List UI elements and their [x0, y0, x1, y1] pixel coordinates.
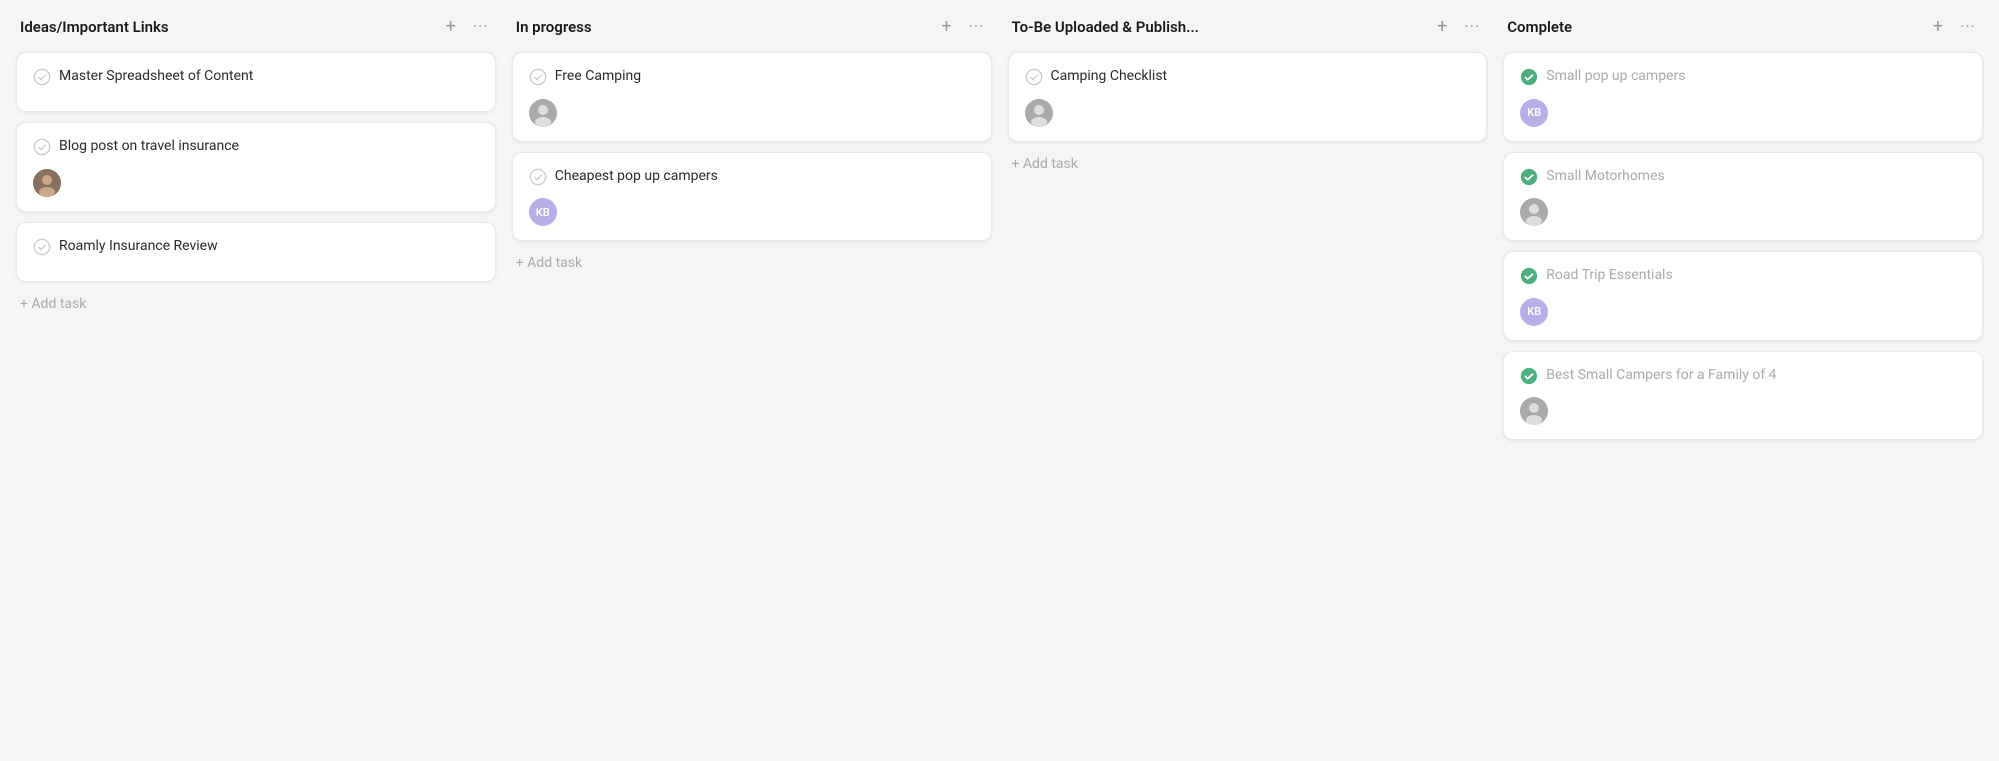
avatar: [1520, 198, 1548, 226]
check-icon: [1520, 168, 1538, 186]
card-title-text: Cheapest pop up campers: [555, 167, 975, 187]
column-header-inprogress: In progress + ···: [512, 16, 992, 52]
card-title-text: Small pop up campers: [1546, 67, 1966, 87]
task-card[interactable]: Road Trip Essentials KB: [1503, 251, 1983, 341]
more-options-icon-complete[interactable]: ···: [1957, 16, 1979, 38]
task-card[interactable]: Small Motorhomes: [1503, 152, 1983, 242]
column-title-inprogress: In progress: [516, 18, 928, 36]
avatar: KB: [529, 198, 557, 226]
column-header-ideas: Ideas/Important Links + ···: [16, 16, 496, 52]
check-icon: [33, 138, 51, 156]
card-title-row: Small Motorhomes: [1520, 167, 1966, 187]
card-avatars: [1025, 99, 1471, 127]
check-icon: [33, 68, 51, 86]
card-title-text: Camping Checklist: [1051, 67, 1471, 87]
add-task-button-tobe[interactable]: + Add task: [1008, 144, 1488, 176]
check-icon: [529, 68, 547, 86]
card-title-row: Roamly Insurance Review: [33, 237, 479, 257]
card-title-text: Best Small Campers for a Family of 4: [1546, 366, 1966, 386]
add-column-icon-complete[interactable]: +: [1927, 16, 1949, 38]
column-header-tobe: To-Be Uploaded & Publish... + ···: [1008, 16, 1488, 52]
add-column-icon-inprogress[interactable]: +: [936, 16, 958, 38]
cards-list-ideas: Master Spreadsheet of Content Blog post …: [16, 52, 496, 282]
avatar: [529, 99, 557, 127]
task-card[interactable]: Small pop up campers KB: [1503, 52, 1983, 142]
cards-list-tobe: Camping Checklist: [1008, 52, 1488, 142]
card-title-text: Master Spreadsheet of Content: [59, 67, 479, 87]
card-title-row: Free Camping: [529, 67, 975, 87]
column-complete: Complete + ··· Small pop up campers KB Smal…: [1503, 16, 1983, 745]
more-options-icon-ideas[interactable]: ···: [470, 16, 492, 38]
avatar: [33, 169, 61, 197]
card-title-row: Best Small Campers for a Family of 4: [1520, 366, 1966, 386]
card-title-row: Small pop up campers: [1520, 67, 1966, 87]
check-icon: [1520, 367, 1538, 385]
card-title-text: Small Motorhomes: [1546, 167, 1966, 187]
card-title-row: Camping Checklist: [1025, 67, 1471, 87]
add-column-icon-tobe[interactable]: +: [1431, 16, 1453, 38]
card-title-row: Cheapest pop up campers: [529, 167, 975, 187]
avatar: KB: [1520, 99, 1548, 127]
add-task-button-ideas[interactable]: + Add task: [16, 284, 496, 316]
cards-list-complete: Small pop up campersKB Small Motorhomes …: [1503, 52, 1983, 440]
card-title-row: Road Trip Essentials: [1520, 266, 1966, 286]
add-task-button-inprogress[interactable]: + Add task: [512, 243, 992, 275]
check-icon: [529, 168, 547, 186]
task-card[interactable]: Best Small Campers for a Family of 4: [1503, 351, 1983, 441]
task-card[interactable]: Camping Checklist: [1008, 52, 1488, 142]
avatar: [1520, 397, 1548, 425]
column-inprogress: In progress + ··· Free Camping Cheapest po…: [512, 16, 992, 745]
check-icon: [1025, 68, 1043, 86]
task-card[interactable]: Cheapest pop up campers KB: [512, 152, 992, 242]
more-options-icon-inprogress[interactable]: ···: [966, 16, 988, 38]
card-avatars: KB: [1520, 298, 1966, 326]
check-icon: [1520, 68, 1538, 86]
card-title-row: Master Spreadsheet of Content: [33, 67, 479, 87]
task-card[interactable]: Master Spreadsheet of Content: [16, 52, 496, 112]
card-title-text: Blog post on travel insurance: [59, 137, 479, 157]
column-header-complete: Complete + ···: [1503, 16, 1983, 52]
card-avatars: [1520, 198, 1966, 226]
task-card[interactable]: Blog post on travel insurance: [16, 122, 496, 212]
cards-list-inprogress: Free Camping Cheapest pop up campers KB: [512, 52, 992, 241]
card-avatars: [33, 169, 479, 197]
column-title-complete: Complete: [1507, 18, 1919, 36]
card-title-text: Free Camping: [555, 67, 975, 87]
check-icon: [33, 238, 51, 256]
check-icon: [1520, 267, 1538, 285]
column-tobe: To-Be Uploaded & Publish... + ··· Camping …: [1008, 16, 1488, 745]
card-title-row: Blog post on travel insurance: [33, 137, 479, 157]
board: Ideas/Important Links + ··· Master Spreads…: [0, 0, 1999, 761]
column-title-tobe: To-Be Uploaded & Publish...: [1012, 18, 1424, 36]
card-avatars: KB: [529, 198, 975, 226]
column-title-ideas: Ideas/Important Links: [20, 18, 432, 36]
task-card[interactable]: Free Camping: [512, 52, 992, 142]
add-column-icon-ideas[interactable]: +: [440, 16, 462, 38]
more-options-icon-tobe[interactable]: ···: [1461, 16, 1483, 38]
avatar: [1025, 99, 1053, 127]
card-avatars: [529, 99, 975, 127]
task-card[interactable]: Roamly Insurance Review: [16, 222, 496, 282]
card-avatars: [1520, 397, 1966, 425]
card-title-text: Roamly Insurance Review: [59, 237, 479, 257]
avatar: KB: [1520, 298, 1548, 326]
column-ideas: Ideas/Important Links + ··· Master Spreads…: [16, 16, 496, 745]
card-avatars: KB: [1520, 99, 1966, 127]
card-title-text: Road Trip Essentials: [1546, 266, 1966, 286]
